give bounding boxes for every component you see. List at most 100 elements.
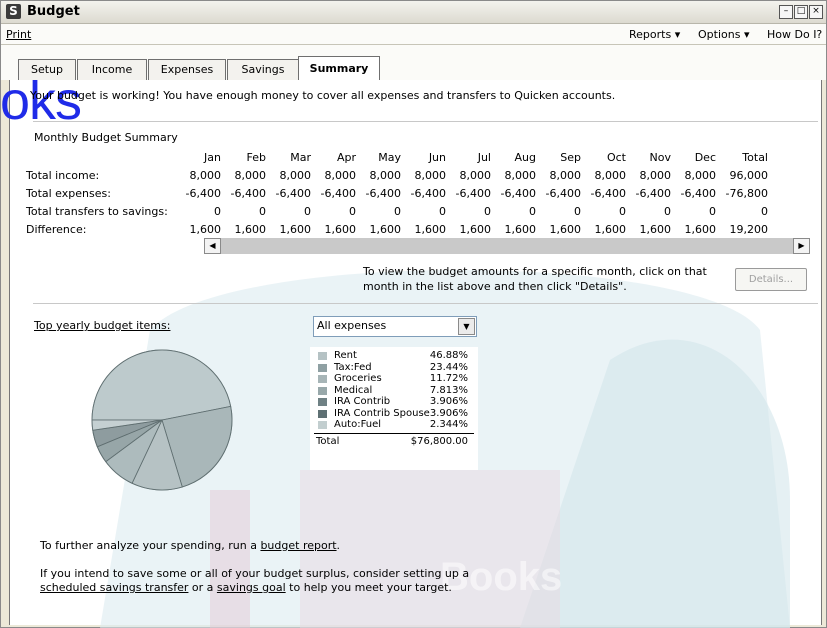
close-icon[interactable]: × bbox=[809, 5, 823, 19]
table-row[interactable]: Total transfers to savings: 0 0 0 0 0 0 … bbox=[26, 202, 768, 220]
table-cell: 8,000 bbox=[684, 168, 717, 182]
table-cell: 0 bbox=[709, 204, 716, 218]
row-label: Total expenses: bbox=[26, 186, 111, 200]
legend-total-row: Total $76,800.00 bbox=[310, 436, 478, 447]
top-items-label: Top yearly budget items: bbox=[34, 319, 171, 332]
horizontal-scrollbar[interactable]: ◀ ▶ bbox=[204, 238, 810, 254]
table-cell: -6,400 bbox=[320, 186, 356, 200]
header-blank bbox=[26, 148, 176, 166]
analyze-suffix: . bbox=[336, 539, 341, 552]
divider bbox=[33, 303, 818, 304]
budget-report-link[interactable]: budget report bbox=[260, 539, 336, 552]
table-cell: 8,000 bbox=[504, 168, 537, 182]
table-row[interactable]: Difference: 1,600 1,600 1,600 1,600 1,60… bbox=[26, 220, 768, 238]
maximize-icon[interactable]: □ bbox=[794, 5, 808, 19]
expense-pie-chart bbox=[91, 349, 233, 491]
tab-expenses[interactable]: Expenses bbox=[148, 59, 226, 80]
savings-advice-line1: If you intend to save some or all of you… bbox=[40, 567, 470, 580]
legend-item: Auto:Fuel 2.344% bbox=[310, 419, 478, 430]
tab-strip: Setup Income Expenses Savings Summary bbox=[1, 45, 826, 81]
table-cell-total: 0 bbox=[761, 204, 768, 218]
table-cell: -6,400 bbox=[230, 186, 266, 200]
legend-value: 2.344% bbox=[429, 419, 468, 430]
table-cell: 1,600 bbox=[549, 222, 582, 236]
legend-label: Medical bbox=[334, 384, 373, 396]
legend-value: 23.44% bbox=[429, 361, 468, 373]
legend-item: IRA Contrib 3.906% bbox=[310, 396, 478, 407]
scroll-left-icon[interactable]: ◀ bbox=[204, 238, 221, 254]
table-header-row: Jan Feb Mar Apr May Jun Jul Aug Sep Oct … bbox=[26, 148, 768, 166]
row-label: Difference: bbox=[26, 222, 87, 236]
legend-separator bbox=[314, 432, 474, 434]
table-cell: -6,400 bbox=[680, 186, 716, 200]
expense-filter-select[interactable]: All expenses ▼ bbox=[313, 316, 477, 337]
table-cell: 1,600 bbox=[234, 222, 267, 236]
menu-bar: Print Reports ▾ Options ▾ How Do I? bbox=[1, 24, 826, 45]
details-button[interactable]: Details... bbox=[735, 268, 807, 291]
menu-print[interactable]: Print bbox=[6, 28, 31, 41]
table-cell: 0 bbox=[394, 204, 401, 218]
legend-value: 3.906% bbox=[429, 407, 468, 419]
table-row[interactable]: Total expenses: -6,400 -6,400 -6,400 -6,… bbox=[26, 184, 768, 202]
table-row[interactable]: Total income: 8,000 8,000 8,000 8,000 8,… bbox=[26, 166, 768, 184]
tab-income[interactable]: Income bbox=[77, 59, 147, 80]
month-header[interactable]: Aug bbox=[491, 148, 536, 166]
legend-item: IRA Contrib Spouse 3.906% bbox=[310, 408, 478, 419]
scheduled-savings-transfer-link[interactable]: scheduled savings transfer bbox=[40, 581, 188, 594]
month-header[interactable]: May bbox=[356, 148, 401, 166]
month-header[interactable]: Feb bbox=[221, 148, 266, 166]
month-header[interactable]: Jun bbox=[401, 148, 446, 166]
menu-reports[interactable]: Reports ▾ bbox=[629, 28, 680, 41]
table-cell: 1,600 bbox=[459, 222, 492, 236]
table-cell: -6,400 bbox=[275, 186, 311, 200]
month-header-total[interactable]: Total bbox=[716, 148, 768, 166]
row-label: Total transfers to savings: bbox=[26, 204, 168, 218]
budget-summary-table[interactable]: Jan Feb Mar Apr May Jun Jul Aug Sep Oct … bbox=[26, 148, 768, 238]
legend-swatch bbox=[318, 398, 327, 406]
table-cell: -6,400 bbox=[410, 186, 446, 200]
menu-options[interactable]: Options ▾ bbox=[698, 28, 749, 41]
select-value: All expenses bbox=[317, 319, 387, 332]
table-cell: -6,400 bbox=[635, 186, 671, 200]
table-cell-total: 96,000 bbox=[729, 168, 769, 182]
table-cell: 8,000 bbox=[639, 168, 672, 182]
table-cell: 0 bbox=[619, 204, 626, 218]
tab-summary[interactable]: Summary bbox=[298, 56, 380, 81]
table-cell: -6,400 bbox=[590, 186, 626, 200]
month-header[interactable]: Jul bbox=[446, 148, 491, 166]
legend-value: 7.813% bbox=[429, 384, 468, 396]
month-header[interactable]: Apr bbox=[311, 148, 356, 166]
legend-swatch bbox=[318, 386, 327, 395]
menu-how-do-i[interactable]: How Do I? bbox=[767, 28, 822, 41]
savings-goal-link[interactable]: savings goal bbox=[217, 581, 286, 594]
savings-end-text: to help you meet your target. bbox=[285, 581, 452, 594]
scroll-right-icon[interactable]: ▶ bbox=[793, 238, 810, 254]
table-cell: -6,400 bbox=[365, 186, 401, 200]
month-header[interactable]: Oct bbox=[581, 148, 626, 166]
month-header[interactable]: Dec bbox=[671, 148, 716, 166]
table-cell: 8,000 bbox=[234, 168, 267, 182]
month-header[interactable]: Jan bbox=[176, 148, 221, 166]
savings-mid-text: or a bbox=[188, 581, 217, 594]
month-header[interactable]: Sep bbox=[536, 148, 581, 166]
savings-advice-line2: scheduled savings transfer or a savings … bbox=[40, 581, 452, 594]
tab-savings[interactable]: Savings bbox=[227, 59, 299, 80]
table-cell: 8,000 bbox=[414, 168, 447, 182]
summary-title: Monthly Budget Summary bbox=[34, 131, 178, 144]
table-cell: -6,400 bbox=[545, 186, 581, 200]
minimize-icon[interactable]: – bbox=[779, 5, 793, 19]
legend-total-value: $76,800.00 bbox=[410, 435, 468, 447]
table-cell: 8,000 bbox=[324, 168, 357, 182]
status-message: Your budget is working! You have enough … bbox=[30, 89, 616, 102]
table-cell: 1,600 bbox=[684, 222, 717, 236]
app-icon: S bbox=[6, 4, 21, 19]
month-header[interactable]: Nov bbox=[626, 148, 671, 166]
table-cell: 8,000 bbox=[189, 168, 222, 182]
legend-total-label: Total bbox=[316, 435, 340, 447]
chevron-down-icon[interactable]: ▼ bbox=[458, 318, 475, 335]
table-cell: 0 bbox=[214, 204, 221, 218]
table-cell: 1,600 bbox=[504, 222, 537, 236]
table-cell: 8,000 bbox=[369, 168, 402, 182]
month-header[interactable]: Mar bbox=[266, 148, 311, 166]
analyze-text: To further analyze your spending, run a … bbox=[40, 539, 340, 552]
